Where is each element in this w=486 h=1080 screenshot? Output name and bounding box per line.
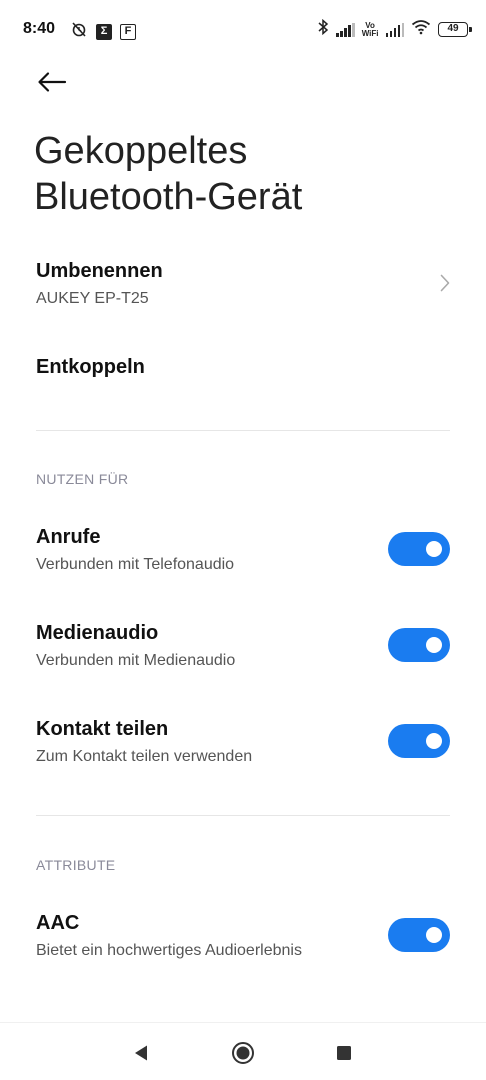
divider [36, 815, 450, 816]
page-title: Gekoppeltes Bluetooth-Gerät [34, 128, 454, 220]
nav-recents-icon [337, 1046, 351, 1060]
vowifi-icon: Vo WiFi [361, 21, 379, 38]
wifi-icon [411, 19, 431, 40]
alarm-off-icon [70, 20, 88, 43]
sigma-app-icon: Σ [96, 23, 112, 40]
media-audio-toggle[interactable] [388, 628, 450, 662]
contact-sharing-subtitle: Zum Kontakt teilen verwenden [36, 748, 253, 765]
aac-toggle[interactable] [388, 918, 450, 952]
contact-sharing-title: Kontakt teilen [36, 718, 169, 740]
aac-title: AAC [36, 912, 80, 934]
section-label-attributes: ATTRIBUTE [36, 857, 116, 873]
toggle-knob [426, 927, 442, 943]
aac-subtitle: Bietet ein hochwertiges Audioerlebnis [36, 942, 302, 959]
unpair-row[interactable]: Entkoppeln [0, 340, 486, 396]
unpair-title: Entkoppeln [36, 356, 145, 378]
contact-sharing-toggle[interactable] [388, 724, 450, 758]
signal-icon [336, 22, 355, 37]
media-audio-row[interactable]: Medienaudio Verbunden mit Medienaudio [0, 608, 486, 680]
bluetooth-icon [317, 18, 329, 40]
rename-device-name: AUKEY EP-T25 [36, 290, 149, 307]
signal-2-icon [385, 22, 404, 37]
toggle-knob [426, 637, 442, 653]
nav-home-button[interactable] [229, 1039, 257, 1067]
media-audio-title: Medienaudio [36, 622, 159, 644]
calls-row[interactable]: Anrufe Verbunden mit Telefonaudio [0, 512, 486, 584]
f-app-icon: F [120, 23, 136, 40]
rename-title: Umbenennen [36, 260, 163, 282]
divider [36, 430, 450, 431]
page-title-line-1: Gekoppeltes [34, 130, 248, 172]
rename-row[interactable]: Umbenennen AUKEY EP-T25 [0, 248, 486, 318]
chevron-right-icon [440, 274, 450, 297]
status-left-icons: Σ F [70, 20, 136, 43]
back-arrow-icon [38, 72, 67, 92]
back-button[interactable] [30, 64, 74, 100]
contact-sharing-row[interactable]: Kontakt teilen Zum Kontakt teilen verwen… [0, 704, 486, 776]
media-audio-subtitle: Verbunden mit Medienaudio [36, 652, 236, 669]
toggle-knob [426, 541, 442, 557]
aac-row[interactable]: AAC Bietet ein hochwertiges Audioerlebni… [0, 898, 486, 970]
page-title-line-2: Bluetooth-Gerät [34, 176, 303, 218]
nav-home-icon [232, 1042, 254, 1064]
calls-subtitle: Verbunden mit Telefonaudio [36, 556, 235, 573]
status-right-icons: Vo WiFi 49 [317, 18, 472, 40]
nav-recents-button[interactable] [330, 1039, 358, 1067]
system-nav-bar [0, 1022, 486, 1080]
calls-title: Anrufe [36, 526, 101, 548]
calls-toggle[interactable] [388, 532, 450, 566]
vowifi-bottom-label: WiFi [361, 28, 379, 38]
nav-back-button[interactable] [127, 1039, 155, 1067]
nav-back-icon [135, 1045, 147, 1061]
status-bar: 8:40 Σ F Vo WiFi 49 [0, 0, 486, 58]
section-label-use-for: NUTZEN FÜR [36, 471, 129, 487]
toggle-knob [426, 733, 442, 749]
battery-icon: 49 [438, 22, 472, 37]
status-time: 8:40 [23, 20, 56, 37]
